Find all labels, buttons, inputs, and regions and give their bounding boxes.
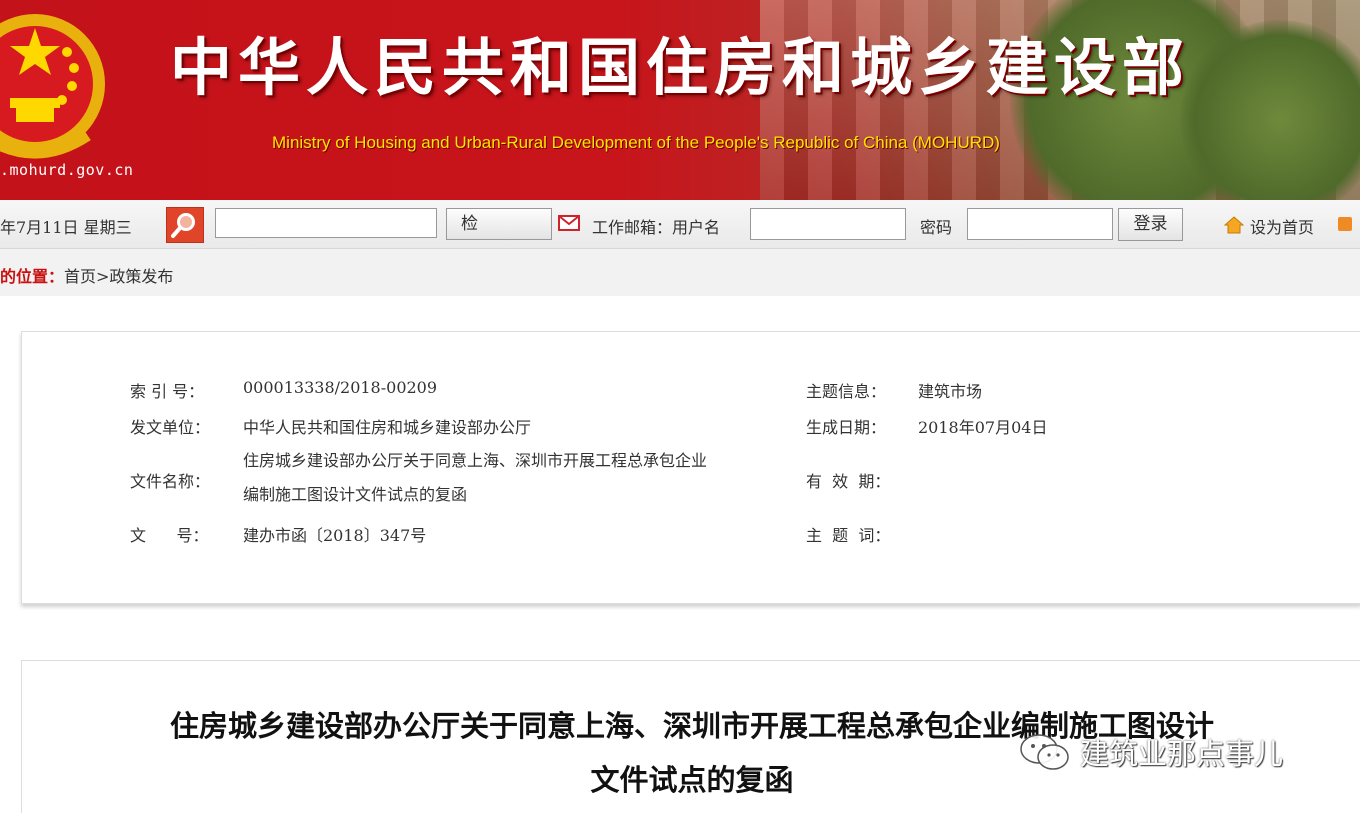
breadcrumb-path[interactable]: 首页>政策发布 bbox=[64, 267, 173, 286]
search-input[interactable] bbox=[215, 208, 437, 238]
password-field[interactable] bbox=[967, 208, 1113, 240]
validity-label: 有 效 期： bbox=[806, 472, 891, 491]
set-homepage-link[interactable]: 设为首页 bbox=[1250, 214, 1314, 238]
mail-username-label: 工作邮箱：用户名 bbox=[592, 218, 721, 237]
current-date: 年7月11日 星期三 bbox=[0, 218, 132, 237]
issuer-value: 中华人民共和国住房和城乡建设部办公厅 bbox=[243, 418, 532, 437]
generated-date-label: 生成日期： bbox=[806, 418, 887, 437]
index-value: 000013338/2018-00209 bbox=[243, 378, 438, 397]
breadcrumb: 的位置：首页>政策发布 bbox=[0, 249, 1360, 296]
login-button[interactable]: 登录 bbox=[1118, 208, 1183, 241]
topic-label: 主题信息： bbox=[806, 382, 887, 401]
ministry-title-cn: 中华人民共和国住房和城乡建设部 bbox=[170, 31, 1191, 104]
rss-icon[interactable] bbox=[1338, 217, 1352, 231]
search-button[interactable]: 检 索 bbox=[446, 208, 552, 240]
docno-label: 文 号： bbox=[130, 526, 209, 545]
issuer-label: 发文单位： bbox=[130, 418, 211, 437]
wechat-icon bbox=[1020, 734, 1069, 770]
filename-label: 文件名称： bbox=[130, 472, 211, 491]
username-field[interactable] bbox=[750, 208, 906, 240]
password-label: 密码 bbox=[920, 218, 953, 237]
watermark-text: 建筑业那点事儿 bbox=[1080, 737, 1284, 771]
mail-icon bbox=[558, 215, 580, 231]
national-emblem-icon bbox=[0, 14, 105, 159]
top-toolbar: 年7月11日 星期三 检 索 工作邮箱：用户名 密码 登录 设为首页 bbox=[0, 200, 1360, 249]
keywords-label: 主 题 词： bbox=[806, 526, 891, 545]
generated-date-value: 2018年07月04日 bbox=[918, 418, 1048, 437]
search-icon[interactable] bbox=[166, 207, 204, 243]
filename-value: 住房城乡建设部办公厅关于同意上海、深圳市开展工程总承包企业编制施工图设计文件试点… bbox=[243, 451, 708, 504]
watermark: 建筑业那点事儿 bbox=[1018, 727, 1283, 777]
site-url: .mohurd.gov.cn bbox=[0, 161, 134, 179]
docno-value: 建办市函〔2018〕347号 bbox=[243, 526, 427, 545]
site-banner: .mohurd.gov.cn 中华人民共和国住房和城乡建设部 Ministry … bbox=[0, 0, 1360, 200]
home-icon bbox=[1224, 216, 1244, 234]
ministry-title-en: Ministry of Housing and Urban-Rural Deve… bbox=[272, 133, 1000, 152]
breadcrumb-label: 的位置： bbox=[0, 267, 65, 286]
topic-value: 建筑市场 bbox=[918, 382, 983, 401]
index-label: 索 引 号： bbox=[130, 382, 205, 401]
document-metadata-panel: 索 引 号： 000013338/2018-00209 发文单位： 中华人民共和… bbox=[21, 331, 1360, 604]
